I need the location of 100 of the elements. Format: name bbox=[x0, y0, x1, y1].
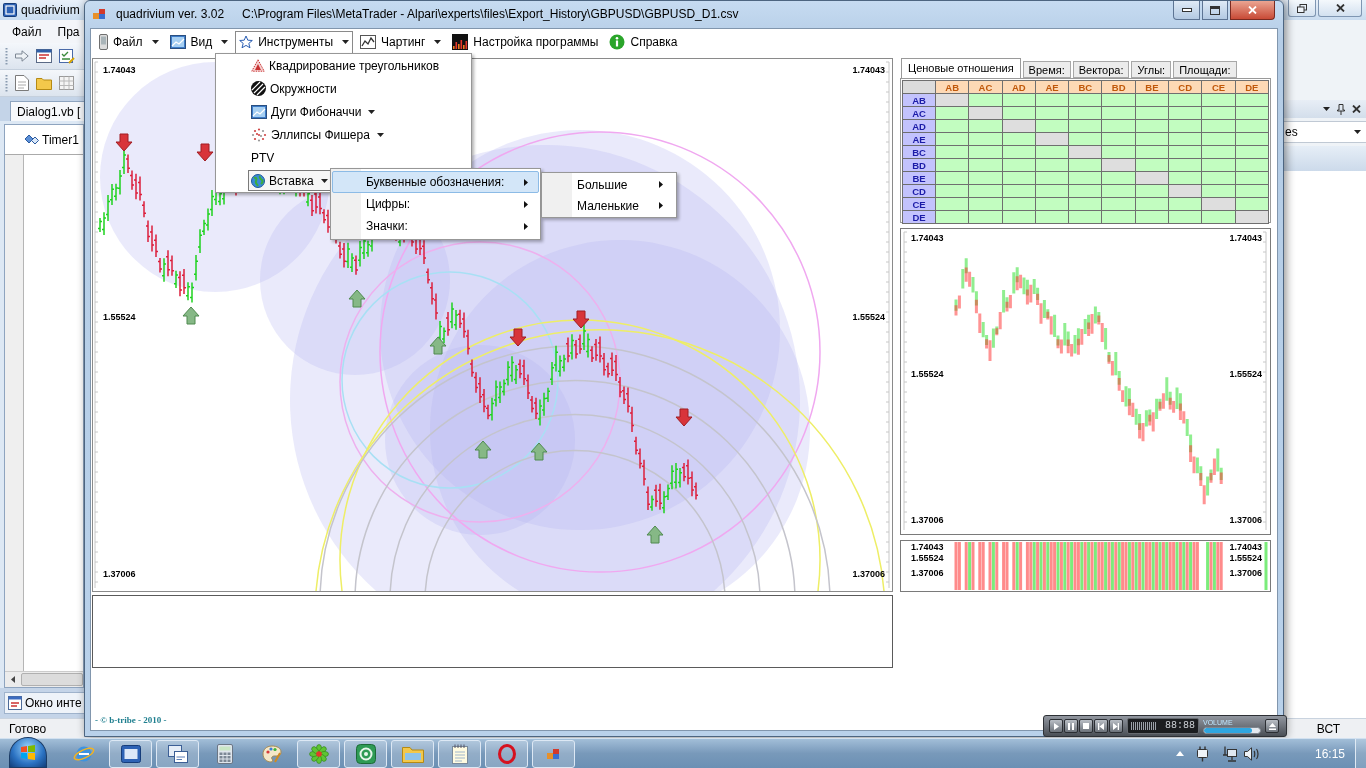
panel-tab[interactable]: Вектора: bbox=[1072, 61, 1130, 78]
play-button[interactable] bbox=[1049, 719, 1063, 733]
dotted-ellipse-icon bbox=[251, 127, 267, 142]
toolbar-menu-button[interactable]: Инструменты bbox=[235, 30, 354, 54]
grip-handle-icon[interactable] bbox=[5, 74, 8, 92]
network-icon[interactable] bbox=[1221, 745, 1237, 762]
start-button[interactable] bbox=[9, 737, 47, 768]
volume-slider[interactable] bbox=[1203, 726, 1261, 734]
menu-item[interactable]: Квадрирование треугольников bbox=[248, 55, 443, 76]
power-plug-icon[interactable] bbox=[1195, 745, 1209, 762]
submenu-item[interactable]: Цифры: bbox=[332, 193, 539, 215]
window-icon bbox=[120, 744, 141, 763]
menu-item[interactable]: Окружности bbox=[248, 78, 340, 99]
price-label: 1.74043 bbox=[103, 65, 136, 75]
panel-tab[interactable]: Углы: bbox=[1131, 61, 1172, 78]
form-icon[interactable] bbox=[36, 49, 52, 63]
pin-icon[interactable] bbox=[1337, 103, 1345, 115]
pause-button[interactable] bbox=[1064, 719, 1078, 733]
checklist-icon[interactable] bbox=[59, 48, 75, 64]
menu-item[interactable]: Эллипсы Фишера bbox=[248, 124, 387, 145]
minimize-button[interactable] bbox=[1173, 1, 1200, 20]
down-arrow-icon bbox=[675, 408, 693, 427]
taskbar-button[interactable] bbox=[109, 739, 152, 768]
squares-icon bbox=[93, 7, 106, 20]
panel-tab[interactable]: Площади: bbox=[1173, 61, 1237, 78]
price-label: 1.37006 bbox=[1229, 515, 1262, 525]
oval-ring-icon bbox=[497, 743, 516, 764]
equalizer-icon bbox=[452, 34, 469, 50]
column-header: AE bbox=[1035, 80, 1069, 94]
panel-tab[interactable]: Время: bbox=[1022, 61, 1071, 78]
price-label: 1.55524 bbox=[852, 312, 885, 322]
next-button[interactable] bbox=[1109, 719, 1123, 733]
caret-icon bbox=[1354, 130, 1361, 134]
submenu-item[interactable]: Большие bbox=[543, 174, 675, 195]
column-header: AB bbox=[935, 80, 969, 94]
diamonds-icon bbox=[25, 133, 39, 146]
stop-button[interactable] bbox=[1079, 719, 1093, 733]
down-arrow-icon bbox=[115, 133, 133, 152]
price-label: 1.55524 bbox=[1229, 553, 1262, 563]
scrollbar-thumb[interactable] bbox=[21, 673, 83, 686]
taskbar-button[interactable] bbox=[485, 739, 528, 768]
menu-item[interactable]: Дуги Фибоначчи bbox=[248, 101, 379, 122]
folder-icon bbox=[401, 744, 424, 763]
dropdown-field[interactable]: es bbox=[1284, 121, 1366, 143]
price-label: 1.55524 bbox=[911, 369, 944, 379]
price-label: 1.55524 bbox=[911, 553, 944, 563]
tool-window-tab[interactable]: Окно инте bbox=[4, 692, 86, 714]
pause-icon bbox=[1068, 722, 1074, 730]
close-button[interactable] bbox=[1318, 0, 1362, 17]
overlapping-windows-icon bbox=[167, 744, 188, 763]
taskbar-button[interactable] bbox=[344, 739, 387, 768]
menu-item[interactable]: Файл bbox=[12, 22, 42, 41]
output-text-area[interactable] bbox=[92, 595, 893, 668]
chevron-up-icon[interactable] bbox=[1175, 751, 1184, 756]
menu-item[interactable]: Вставка bbox=[248, 170, 331, 191]
toolbar-menu-button[interactable]: Настройка программы bbox=[448, 30, 603, 54]
grip-handle-icon[interactable] bbox=[5, 47, 8, 65]
submenu-item[interactable]: Значки: bbox=[332, 215, 539, 237]
previous-button[interactable] bbox=[1094, 719, 1108, 733]
palette-icon bbox=[261, 743, 282, 764]
flower-icon bbox=[308, 743, 329, 764]
triangle-icon bbox=[251, 59, 265, 72]
up-arrow-icon bbox=[429, 336, 447, 355]
stop-icon bbox=[1083, 723, 1089, 729]
toolbar-menu-button[interactable]: Справка bbox=[605, 30, 682, 54]
column-header: BC bbox=[1068, 80, 1102, 94]
arrow-right-icon[interactable] bbox=[15, 50, 29, 62]
maximize-button[interactable] bbox=[1202, 1, 1228, 20]
taskbar-button[interactable] bbox=[156, 739, 199, 768]
folder-icon[interactable] bbox=[36, 76, 52, 90]
submenu-item[interactable]: Маленькие bbox=[543, 195, 675, 216]
price-label: 1.37006 bbox=[911, 568, 944, 578]
menu-item[interactable]: Пра bbox=[57, 22, 80, 41]
toolbar-menu-button[interactable]: Вид bbox=[165, 30, 233, 54]
play-icon bbox=[1053, 722, 1059, 730]
grid-icon[interactable] bbox=[59, 76, 74, 90]
submenu-item[interactable]: Буквенные обозначения: bbox=[332, 171, 539, 193]
caret-icon bbox=[1323, 107, 1330, 111]
column-header: BD bbox=[1102, 80, 1136, 94]
restore-icon bbox=[1297, 3, 1307, 13]
horizontal-scrollbar[interactable] bbox=[5, 671, 83, 687]
menu-item[interactable]: PTV bbox=[248, 147, 278, 168]
close-button[interactable] bbox=[1230, 1, 1275, 20]
toolbar-menu-button[interactable]: Файл bbox=[95, 30, 163, 54]
globe-icon bbox=[251, 173, 265, 188]
restore-button[interactable] bbox=[1288, 0, 1316, 17]
down-arrow-icon bbox=[572, 310, 590, 329]
up-arrow-icon bbox=[474, 440, 492, 459]
down-arrow-icon bbox=[509, 328, 527, 347]
eject-button[interactable] bbox=[1265, 719, 1279, 733]
timer-component[interactable]: Timer1 bbox=[25, 130, 79, 149]
panel-tab[interactable]: Ценовые отношения bbox=[901, 58, 1021, 78]
window-title: quadrivium bbox=[21, 2, 80, 19]
minimize-icon bbox=[1181, 8, 1192, 12]
speaker-icon[interactable] bbox=[1243, 746, 1259, 761]
taskbar-button[interactable] bbox=[532, 739, 575, 768]
picture-icon bbox=[251, 104, 267, 119]
toolbar-menu-button[interactable]: Чартинг bbox=[356, 30, 446, 54]
clock-text: 16:15 bbox=[1314, 745, 1345, 763]
document-icon[interactable] bbox=[15, 75, 29, 91]
